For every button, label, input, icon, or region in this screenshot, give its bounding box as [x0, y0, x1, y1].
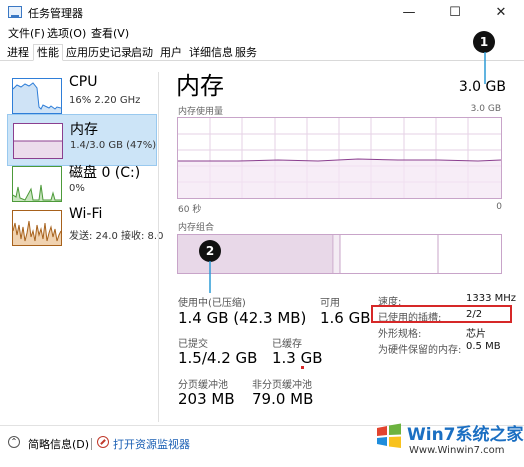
watermark-brand: Win7系统之家 [407, 425, 524, 445]
task-manager-icon [8, 6, 22, 18]
pane-divider[interactable] [158, 72, 159, 422]
disk-thumbnail-graph [12, 166, 62, 202]
in-use-value: 1.4 GB (42.3 MB) [178, 309, 307, 327]
resource-monitor-icon [97, 436, 109, 448]
annotation-pointer-2 [209, 261, 211, 293]
memory-composition-bar [177, 234, 502, 274]
chevron-up-icon[interactable]: ⌃ [8, 436, 20, 448]
tab-bar: 进程 性能 应用历史记录 启动 用户 详细信息 服务 [0, 41, 524, 61]
committed-value: 1.5/4.2 GB [178, 349, 258, 367]
annotation-badge-1: 1 [473, 31, 495, 53]
memory-usage-graph [177, 117, 502, 199]
sidebar-memory-name: 内存 [70, 122, 98, 138]
sidebar-item-wifi[interactable]: Wi-Fi 发送: 24.0 接收: 8.0 [7, 202, 163, 254]
resource-sidebar: CPU 16% 2.20 GHz 内存 1.4/3.0 GB (47%) 磁盘 … [0, 62, 163, 422]
footer-divider [91, 438, 92, 450]
red-marker-dot [301, 366, 304, 369]
menu-file[interactable]: 文件(F) [8, 25, 45, 41]
hardware-reserved-value: 0.5 MB [466, 341, 501, 352]
open-resource-monitor-link[interactable]: 打开资源监视器 [113, 436, 190, 452]
wifi-thumbnail-graph [12, 210, 62, 246]
form-factor-label: 外形规格: [378, 329, 422, 340]
page-title: 内存 [176, 72, 224, 100]
cached-label: 已缓存 [272, 339, 302, 350]
cpu-thumbnail-graph [12, 78, 62, 114]
available-value: 1.6 GB [320, 309, 371, 327]
speed-value: 1333 MHz [466, 293, 517, 304]
windows-logo-icon [377, 423, 401, 448]
watermark: Win7系统之家 Www.Winwin7.com [373, 418, 524, 464]
sidebar-cpu-detail: 16% 2.20 GHz [69, 95, 141, 106]
watermark-url: Www.Winwin7.com [409, 445, 505, 456]
window-title: 任务管理器 [28, 7, 83, 20]
tab-performance[interactable]: 性能 [33, 44, 63, 61]
available-label: 可用 [320, 298, 340, 309]
sidebar-wifi-name: Wi-Fi [69, 206, 103, 222]
graph-axis-left: 60 秒 [178, 205, 202, 215]
menu-view[interactable]: 查看(V) [91, 25, 129, 41]
nonpaged-pool-label: 非分页缓冲池 [252, 380, 312, 391]
nonpaged-pool-value: 79.0 MB [252, 390, 314, 408]
menu-options[interactable]: 选项(O) [47, 25, 86, 41]
title-bar: 任务管理器 — ☐ ✕ [0, 0, 524, 26]
usage-graph-label: 内存使用量 [178, 107, 224, 117]
sidebar-cpu-name: CPU [69, 74, 98, 90]
sidebar-wifi-detail: 发送: 24.0 接收: 8.0 [69, 231, 164, 242]
cached-value: 1.3 GB [272, 349, 323, 367]
maximize-button[interactable]: ☐ [432, 0, 478, 26]
slots-highlight-box [371, 305, 512, 323]
annotation-badge-2: 2 [199, 240, 221, 262]
graph-axis-right: 0 [496, 202, 502, 212]
paged-pool-value: 203 MB [178, 390, 235, 408]
sidebar-disk-detail: 0% [69, 183, 85, 194]
hardware-reserved-label: 为硬件保留的内存: [378, 345, 462, 356]
menu-bar: 文件(F) 选项(O) 查看(V) [0, 24, 524, 40]
tab-services[interactable]: 服务 [231, 44, 261, 61]
form-factor-value: 芯片 [466, 329, 486, 340]
minimize-button[interactable]: — [386, 0, 432, 26]
committed-label: 已提交 [178, 339, 208, 350]
tab-startup[interactable]: 启动 [127, 44, 157, 61]
sidebar-memory-detail: 1.4/3.0 GB (47%) [70, 140, 157, 151]
composition-label: 内存组合 [178, 223, 215, 233]
tab-details[interactable]: 详细信息 [185, 44, 237, 61]
fewer-details-link[interactable]: 简略信息(D) [28, 436, 89, 452]
sidebar-disk-name: 磁盘 0 (C:) [69, 165, 141, 181]
usage-graph-max: 3.0 GB [470, 104, 501, 114]
tab-processes[interactable]: 进程 [3, 44, 33, 61]
tab-users[interactable]: 用户 [156, 44, 186, 61]
tab-app-history[interactable]: 应用历史记录 [62, 44, 136, 61]
in-use-label: 使用中(已压缩) [178, 298, 246, 309]
memory-thumbnail-graph [13, 123, 63, 159]
paged-pool-label: 分页缓冲池 [178, 380, 228, 391]
close-button[interactable]: ✕ [478, 0, 524, 26]
annotation-pointer-1 [484, 52, 486, 84]
